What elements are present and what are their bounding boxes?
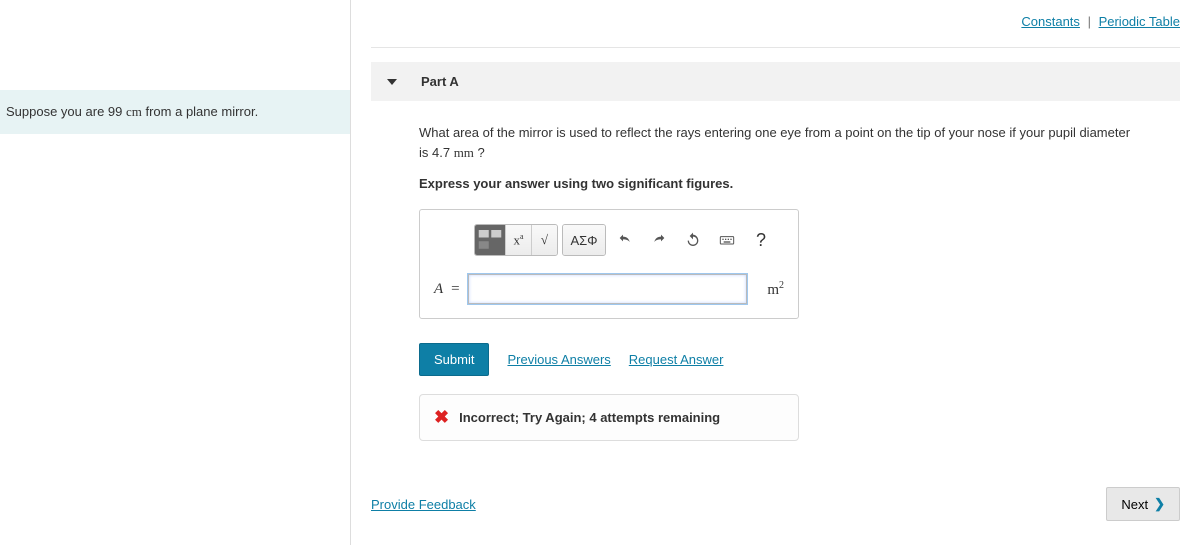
submit-button[interactable]: Submit: [419, 343, 489, 376]
next-label: Next: [1121, 497, 1148, 512]
previous-answers-link[interactable]: Previous Answers: [507, 352, 610, 367]
question-text: What area of the mirror is used to refle…: [419, 123, 1132, 162]
answer-symbol: A: [434, 281, 443, 298]
instruction-text: Express your answer using two significan…: [419, 176, 1132, 191]
question-unit: mm: [454, 145, 474, 160]
periodic-table-link[interactable]: Periodic Table: [1099, 14, 1180, 29]
keyboard-icon: [719, 232, 735, 248]
link-separator: |: [1088, 14, 1091, 29]
feedback-box: ✖ Incorrect; Try Again; 4 attempts remai…: [419, 394, 799, 441]
redo-icon: [651, 232, 667, 248]
incorrect-icon: ✖: [434, 407, 449, 428]
reset-button[interactable]: [678, 225, 708, 255]
sqrt-button[interactable]: xa: [505, 225, 531, 255]
problem-post: from a plane mirror.: [142, 104, 258, 119]
problem-statement: Suppose you are 99 cm from a plane mirro…: [0, 90, 350, 134]
request-answer-link[interactable]: Request Answer: [629, 352, 724, 367]
reset-icon: [685, 232, 701, 248]
question-pre: What area of the mirror is used to refle…: [419, 125, 1130, 160]
answer-input[interactable]: [468, 274, 748, 304]
radical-button[interactable]: √: [531, 225, 557, 255]
part-body: What area of the mirror is used to refle…: [371, 101, 1180, 461]
part-header[interactable]: Part A: [371, 62, 1180, 101]
feedback-message: Incorrect; Try Again; 4 attempts remaini…: [459, 410, 720, 425]
answer-row: A = m2: [434, 274, 784, 304]
bottom-row: Provide Feedback Next ❯: [371, 475, 1180, 521]
keyboard-button[interactable]: [712, 225, 742, 255]
problem-unit: cm: [126, 104, 142, 119]
next-button[interactable]: Next ❯: [1106, 487, 1180, 521]
toolbar-group-greek: ΑΣΦ: [562, 224, 606, 256]
help-button[interactable]: ?: [746, 225, 776, 255]
answer-unit: m2: [767, 280, 784, 299]
action-row: Submit Previous Answers Request Answer: [419, 343, 1132, 376]
toolbar-group-format: xa √: [474, 224, 558, 256]
collapse-caret-icon: [387, 79, 397, 85]
templates-button[interactable]: [475, 225, 505, 255]
answer-box: xa √ ΑΣΦ: [419, 209, 799, 319]
top-links: Constants | Periodic Table: [371, 10, 1180, 48]
problem-pre: Suppose you are 99: [6, 104, 126, 119]
templates-icon: [475, 225, 505, 255]
part-label: Part A: [421, 74, 459, 89]
question-post: ?: [474, 145, 485, 160]
redo-button[interactable]: [644, 225, 674, 255]
equals-sign: =: [451, 281, 459, 298]
constants-link[interactable]: Constants: [1021, 14, 1080, 29]
undo-button[interactable]: [610, 225, 640, 255]
greek-button[interactable]: ΑΣΦ: [563, 225, 605, 255]
chevron-right-icon: ❯: [1154, 496, 1165, 512]
provide-feedback-link[interactable]: Provide Feedback: [371, 497, 476, 512]
undo-icon: [617, 232, 633, 248]
equation-toolbar: xa √ ΑΣΦ: [474, 224, 784, 256]
